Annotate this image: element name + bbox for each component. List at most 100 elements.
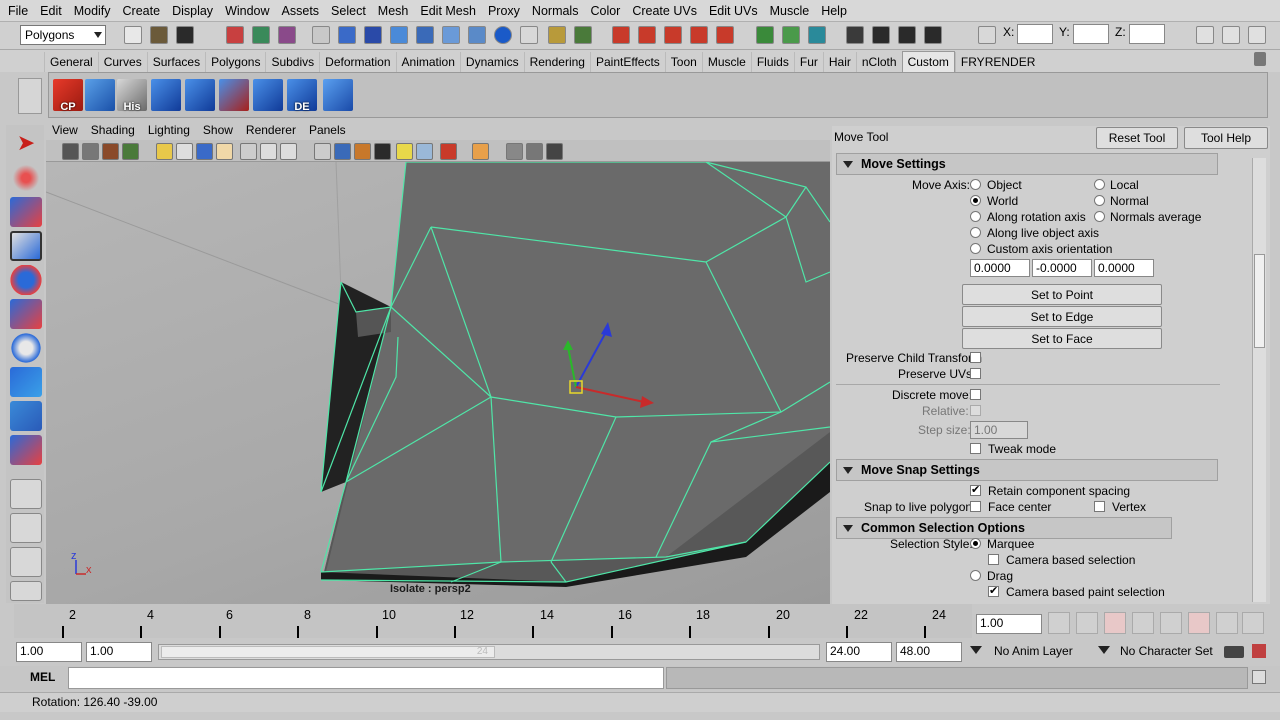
hud-icon[interactable] [506, 143, 523, 160]
script-editor-icon[interactable] [1252, 670, 1266, 684]
perspective-viewport[interactable]: z x Isolate : persp2 [46, 162, 830, 604]
range-bar[interactable]: 24 [158, 644, 820, 660]
universal-manip-icon[interactable] [10, 333, 42, 363]
viewport-menu-shading[interactable]: Shading [91, 123, 135, 137]
magnet-4-icon[interactable] [690, 26, 708, 44]
shelf-tab-curves[interactable]: Curves [97, 52, 147, 72]
axis-vector-x[interactable]: 0.0000 [970, 259, 1030, 277]
snap-settings-header[interactable]: Move Snap Settings [836, 459, 1218, 481]
radio-world[interactable] [970, 195, 981, 206]
camera-icon[interactable] [62, 143, 79, 160]
menu-edit[interactable]: Edit [40, 4, 62, 18]
face-center-checkbox[interactable] [970, 501, 981, 512]
layout-single-icon[interactable] [10, 479, 42, 509]
selection-options-header[interactable]: Common Selection Options [836, 517, 1172, 539]
layout-outliner-icon[interactable] [10, 547, 42, 577]
magnet-1-icon[interactable] [612, 26, 630, 44]
scrollbar-thumb[interactable] [1254, 254, 1265, 348]
step-back-icon[interactable] [1076, 612, 1098, 634]
input-ops-icon[interactable] [756, 26, 774, 44]
magnet-5-icon[interactable] [716, 26, 734, 44]
viewport-menu-renderer[interactable]: Renderer [246, 123, 296, 137]
menu-window[interactable]: Window [225, 4, 269, 18]
isolate-select-icon[interactable] [472, 143, 489, 160]
shelf-tab-muscle[interactable]: Muscle [701, 52, 751, 72]
range-handle[interactable]: 24 [161, 646, 495, 658]
shelf-mesh-1-icon[interactable] [185, 79, 215, 111]
shelf-cp-icon[interactable]: CP [53, 79, 83, 113]
select-object-icon[interactable] [252, 26, 270, 44]
command-input[interactable] [68, 667, 664, 689]
wireframe-icon[interactable] [314, 143, 331, 160]
menu-edit-uvs[interactable]: Edit UVs [709, 4, 758, 18]
menu-normals[interactable]: Normals [532, 4, 579, 18]
radio-local[interactable] [1094, 179, 1105, 190]
anim-layer-dropdown-icon[interactable] [970, 646, 982, 660]
axis-vector-y[interactable]: -0.0000 [1032, 259, 1092, 277]
end-time-field[interactable]: 48.00 [896, 642, 962, 662]
camera-attr-icon[interactable] [82, 143, 99, 160]
lasso-tool-icon[interactable] [10, 163, 42, 193]
bookmark-icon[interactable] [102, 143, 119, 160]
menu-proxy[interactable]: Proxy [488, 4, 520, 18]
shelf-tab-polygons[interactable]: Polygons [205, 52, 265, 72]
reset-tool-button[interactable]: Reset Tool [1096, 127, 1178, 149]
shelf-tab-subdivs[interactable]: Subdivs [265, 52, 319, 72]
menu-mesh[interactable]: Mesh [378, 4, 409, 18]
attribute-editor-icon[interactable] [1196, 26, 1214, 44]
preserve-uvs-checkbox[interactable] [970, 368, 981, 379]
shelf-mesh-2-icon[interactable] [219, 79, 249, 111]
question-icon[interactable] [520, 26, 538, 44]
film-gate-icon[interactable] [176, 143, 193, 160]
vertex-checkbox[interactable] [1094, 501, 1105, 512]
discrete-move-checkbox[interactable] [970, 389, 981, 400]
move-tool-icon[interactable] [10, 231, 42, 261]
shelf-tab-fryrender[interactable]: FRYRENDER [954, 52, 1040, 72]
rotate-tool-icon[interactable] [10, 265, 42, 295]
camera-based-checkbox[interactable] [988, 554, 999, 565]
mel-label[interactable]: MEL [30, 670, 55, 684]
save-scene-icon[interactable] [176, 26, 194, 44]
soft-mod-icon[interactable] [10, 367, 42, 397]
menu-modify[interactable]: Modify [74, 4, 111, 18]
x-input[interactable] [1017, 24, 1053, 44]
char-set-dropdown-icon[interactable] [1098, 646, 1110, 660]
snap-grid-icon[interactable] [338, 26, 356, 44]
transform-mode-icon[interactable] [978, 26, 996, 44]
viewport-menu-show[interactable]: Show [203, 123, 233, 137]
radio-normals-average[interactable] [1094, 211, 1105, 222]
shelf-tab-general[interactable]: General [44, 52, 98, 72]
play-forward-icon[interactable] [1160, 612, 1182, 634]
retain-spacing-checkbox[interactable] [970, 483, 981, 496]
shelf-de-icon[interactable]: DE [287, 79, 317, 113]
shelf-tab-toon[interactable]: Toon [664, 52, 702, 72]
z-input[interactable] [1129, 24, 1165, 44]
lock-icon[interactable] [548, 26, 566, 44]
shelf-menu-icon[interactable] [18, 78, 42, 114]
make-live-icon[interactable] [442, 26, 460, 44]
render-clapper-icon[interactable] [872, 26, 890, 44]
render-settings-icon[interactable] [924, 26, 942, 44]
sphere-icon[interactable] [494, 26, 512, 44]
paint-select-icon[interactable] [10, 197, 42, 227]
ipr-render-icon[interactable] [898, 26, 916, 44]
shelf-tab-dynamics[interactable]: Dynamics [459, 52, 524, 72]
wireframe-on-shaded-icon[interactable] [354, 143, 371, 160]
radio-drag[interactable] [970, 570, 981, 581]
shelf-stack-icon[interactable] [323, 79, 353, 111]
shelf-tab-fluids[interactable]: Fluids [750, 52, 794, 72]
gate-mask-icon[interactable] [216, 143, 233, 160]
layout-four-icon[interactable] [10, 513, 42, 543]
y-input[interactable] [1073, 24, 1109, 44]
field-chart-icon[interactable] [240, 143, 257, 160]
tool-help-button[interactable]: Tool Help [1184, 127, 1268, 149]
step-forward-key-icon[interactable] [1188, 612, 1210, 634]
radio-normal[interactable] [1094, 195, 1105, 206]
step-back-key-icon[interactable] [1104, 612, 1126, 634]
select-filter-icon[interactable] [574, 26, 592, 44]
shelf-tab-deformation[interactable]: Deformation [319, 52, 395, 72]
grid-icon[interactable] [156, 143, 173, 160]
move-settings-header[interactable]: Move Settings [836, 153, 1218, 175]
menu-create[interactable]: Create [123, 4, 161, 18]
shelf-grid-icon[interactable] [85, 79, 115, 111]
